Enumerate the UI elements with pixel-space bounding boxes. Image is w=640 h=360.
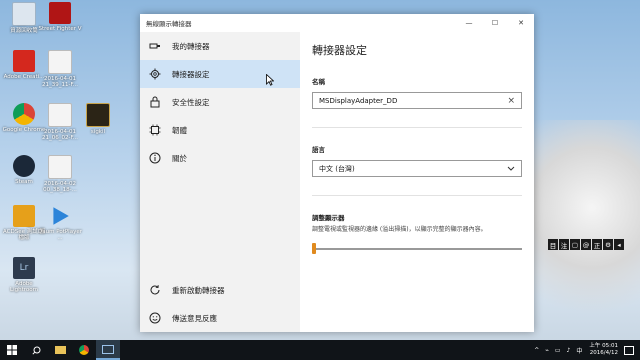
search-button[interactable] (24, 340, 48, 360)
ime-traditional-button[interactable]: 正 (592, 239, 602, 250)
display-adjust-description: 調整電視或監視器的邊緣 (溢出掃描)，以顯示完整的顯示器內容。 (312, 226, 487, 233)
language-value: 中文 (台灣) (319, 164, 355, 173)
language-select[interactable]: 中文 (台灣) (312, 160, 522, 177)
desktop-icon-potplayer[interactable]: Daum PotPlayer ... (38, 205, 82, 241)
adapter-name-value: MSDisplayAdapter_DD (319, 96, 398, 105)
start-button[interactable] (0, 340, 24, 360)
adapter-name-input[interactable]: MSDisplayAdapter_DD × (312, 92, 522, 109)
sidebar: 我的轉接器 轉接器設定 安全性設定 韌體 關於 重新啟動轉接器 傳送意見反應 (140, 32, 300, 332)
network-icon[interactable]: ⌁ (545, 347, 549, 354)
folder-icon (54, 346, 66, 354)
chevron-down-icon (507, 165, 515, 173)
volume-icon[interactable]: ♪ (567, 347, 571, 354)
name-label: 名稱 (312, 78, 325, 86)
title-bar[interactable]: 無線顯示轉接器 — ☐ ✕ (140, 14, 534, 32)
divider (312, 195, 522, 196)
image-file-icon (48, 50, 72, 74)
close-button[interactable]: ✕ (508, 19, 534, 27)
chrome-icon (13, 103, 35, 125)
desktop-icon-sigkil[interactable]: sigkil (76, 103, 120, 135)
chrome-icon (79, 345, 89, 355)
wireless-display-icon (102, 344, 114, 354)
input-language-button[interactable]: 中 (576, 346, 582, 355)
ime-settings-icon[interactable]: ⚙ (603, 239, 613, 250)
desktop-icon-street-fighter[interactable]: Street Fighter V (38, 2, 82, 32)
desktop-icon-screenshot-3[interactable]: 2016-04-02 00_38_18-... (38, 155, 82, 193)
sidebar-item-adapter-settings[interactable]: 轉接器設定 (140, 60, 300, 88)
slider-thumb[interactable] (312, 243, 316, 254)
sidebar-item-label: 安全性設定 (172, 97, 210, 107)
image-file-icon (48, 103, 72, 127)
info-icon (148, 151, 162, 165)
settings-panel: 轉接器設定 名稱 MSDisplayAdapter_DD × 語言 中文 (台灣… (300, 32, 534, 332)
sidebar-item-restart-adapter[interactable]: 重新啟動轉接器 (140, 276, 300, 304)
minimize-button[interactable]: — (456, 19, 482, 27)
sidebar-item-label: 轉接器設定 (172, 69, 210, 79)
lock-icon (148, 95, 162, 109)
potplayer-icon (53, 207, 69, 225)
taskbar-chrome[interactable] (72, 340, 96, 360)
clock[interactable]: 上午 05:01 2016/4/12 (589, 343, 618, 357)
desktop-icon-lightroom[interactable]: Lr Adobe Lightroom (2, 257, 46, 293)
system-tray: ^ ⌁ ▭ ♪ 中 上午 05:01 2016/4/12 (531, 343, 640, 357)
language-label: 語言 (312, 146, 325, 154)
search-icon (31, 346, 40, 355)
mouse-cursor-icon (266, 74, 274, 86)
restart-icon (148, 283, 162, 297)
lightroom-icon: Lr (13, 257, 35, 279)
maximize-button[interactable]: ☐ (482, 19, 508, 27)
adobe-cc-icon (13, 50, 35, 72)
desktop-icon-screenshot-1[interactable]: 2016-04-01 21_39_11-F... (38, 50, 82, 88)
sidebar-item-send-feedback[interactable]: 傳送意見反應 (140, 304, 300, 332)
ime-zhuyin-button[interactable]: 注 (559, 239, 569, 250)
ime-toolbar: 目 注 ▢ @ 正 ⚙ ◂ (548, 239, 624, 250)
app-window: 無線顯示轉接器 — ☐ ✕ 我的轉接器 轉接器設定 安全性設定 韌體 關於 重新… (140, 14, 534, 332)
sidebar-item-label: 我的轉接器 (172, 41, 210, 51)
feedback-icon (148, 311, 162, 325)
taskbar-wireless-display-adapter[interactable] (96, 340, 120, 360)
chip-icon (148, 123, 162, 137)
sidebar-item-about[interactable]: 關於 (140, 144, 300, 172)
steam-icon (13, 155, 35, 177)
sidebar-item-label: 關於 (172, 153, 187, 163)
ime-mode-button[interactable]: 目 (548, 239, 558, 250)
page-title: 轉接器設定 (312, 44, 367, 57)
sidebar-item-label: 傳送意見反應 (172, 313, 217, 323)
wallpaper-clouds (520, 120, 640, 340)
sidebar-item-security[interactable]: 安全性設定 (140, 88, 300, 116)
acdsee-icon (13, 205, 35, 227)
clear-icon[interactable]: × (507, 96, 515, 106)
recycle-bin-icon (12, 2, 36, 26)
window-title: 無線顯示轉接器 (146, 20, 192, 28)
notifications-icon[interactable] (624, 345, 634, 355)
sidebar-item-my-adapter[interactable]: 我的轉接器 (140, 32, 300, 60)
gear-icon (148, 67, 162, 81)
sidebar-bottom: 重新啟動轉接器 傳送意見反應 (140, 276, 300, 332)
windows-logo-icon (7, 345, 17, 355)
clock-time: 上午 05:01 (589, 343, 618, 349)
sidebar-item-label: 重新啟動轉接器 (172, 285, 225, 295)
sigkil-icon (86, 103, 110, 127)
taskbar: ^ ⌁ ▭ ♪ 中 上午 05:01 2016/4/12 (0, 340, 640, 360)
sidebar-item-label: 韌體 (172, 125, 187, 135)
divider (312, 127, 522, 128)
display-icon[interactable]: ▭ (555, 347, 561, 354)
display-adjust-label: 調整顯示器 (312, 214, 345, 222)
street-fighter-icon (49, 2, 71, 24)
overscan-slider[interactable] (312, 242, 522, 254)
clock-date: 2016/4/12 (589, 350, 618, 356)
adapter-icon (148, 39, 162, 53)
taskbar-file-explorer[interactable] (48, 340, 72, 360)
slider-track (312, 248, 522, 250)
image-file-icon (48, 155, 72, 179)
ime-collapse-icon[interactable]: ◂ (614, 239, 624, 250)
sidebar-item-firmware[interactable]: 韌體 (140, 116, 300, 144)
ime-width-button[interactable]: ▢ (570, 239, 580, 250)
show-hidden-icons-button[interactable]: ^ (534, 347, 539, 354)
ime-symbol-button[interactable]: @ (581, 239, 591, 250)
